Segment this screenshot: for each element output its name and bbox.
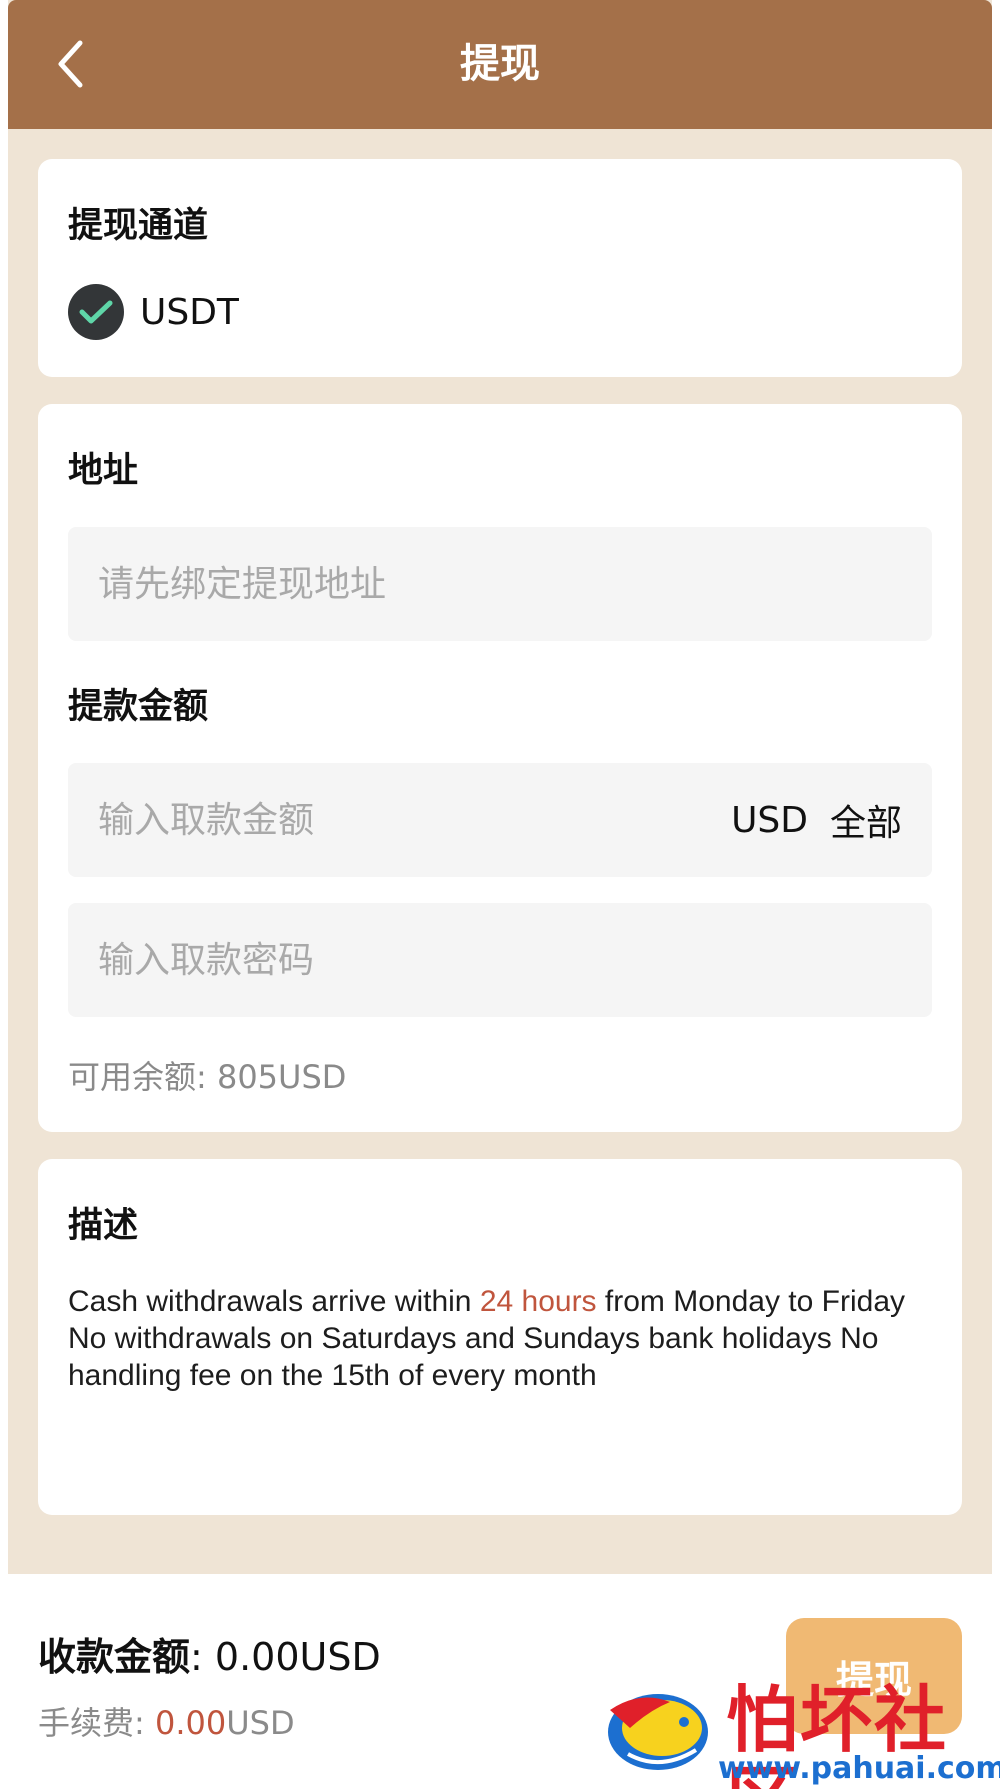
address-input[interactable] xyxy=(98,527,698,641)
withdraw-all-button[interactable]: 全部 xyxy=(830,794,902,846)
available-balance: 可用余额: 805USD xyxy=(68,1058,347,1096)
page-title: 提现 xyxy=(460,41,540,87)
top-bar: 提现 xyxy=(8,0,992,129)
description-highlight: 24 hours xyxy=(479,1285,597,1318)
amount-input[interactable] xyxy=(98,763,698,877)
check-circle-icon xyxy=(68,284,124,340)
amount-heading: 提款金额 xyxy=(68,687,209,727)
receive-label: 收款金额 xyxy=(38,1635,191,1679)
description-text: Cash withdrawals arrive within 24 hours … xyxy=(68,1283,918,1394)
channel-heading: 提现通道 xyxy=(68,206,209,246)
description-card: 描述 Cash withdrawals arrive within 24 hou… xyxy=(38,1159,962,1515)
channel-option-label: USDT xyxy=(140,291,239,333)
channel-option-usdt[interactable]: USDT xyxy=(68,284,239,340)
currency-label: USD xyxy=(731,799,808,841)
description-text-start: Cash withdrawals arrive within xyxy=(68,1285,480,1318)
amount-suffix: USD 全部 xyxy=(731,763,902,877)
amount-field: USD 全部 xyxy=(68,763,932,877)
fee-row: 手续费: 0.00USD xyxy=(38,1698,295,1744)
fee-unit: USD xyxy=(226,1704,295,1742)
withdraw-form-card: 地址 提款金额 USD 全部 可用余额: 805USD xyxy=(38,404,962,1132)
watermark-url: www.pahuai.com xyxy=(718,1751,1000,1786)
channel-card: 提现通道 USDT xyxy=(38,159,962,377)
receive-amount: 收款金额: 0.00USD xyxy=(38,1626,381,1681)
app-frame: 提现 提现通道 USDT 地址 提款金额 USD 全部 xyxy=(8,0,992,1789)
receive-value: : 0.00USD xyxy=(190,1635,381,1679)
address-field xyxy=(68,527,932,641)
fish-logo-icon xyxy=(608,1694,708,1770)
description-heading: 描述 xyxy=(68,1206,139,1246)
fee-label: 手续费: xyxy=(38,1704,145,1742)
password-input[interactable] xyxy=(98,903,698,1017)
address-heading: 地址 xyxy=(68,451,139,491)
password-field xyxy=(68,903,932,1017)
fee-value: 0.00 xyxy=(144,1704,227,1742)
